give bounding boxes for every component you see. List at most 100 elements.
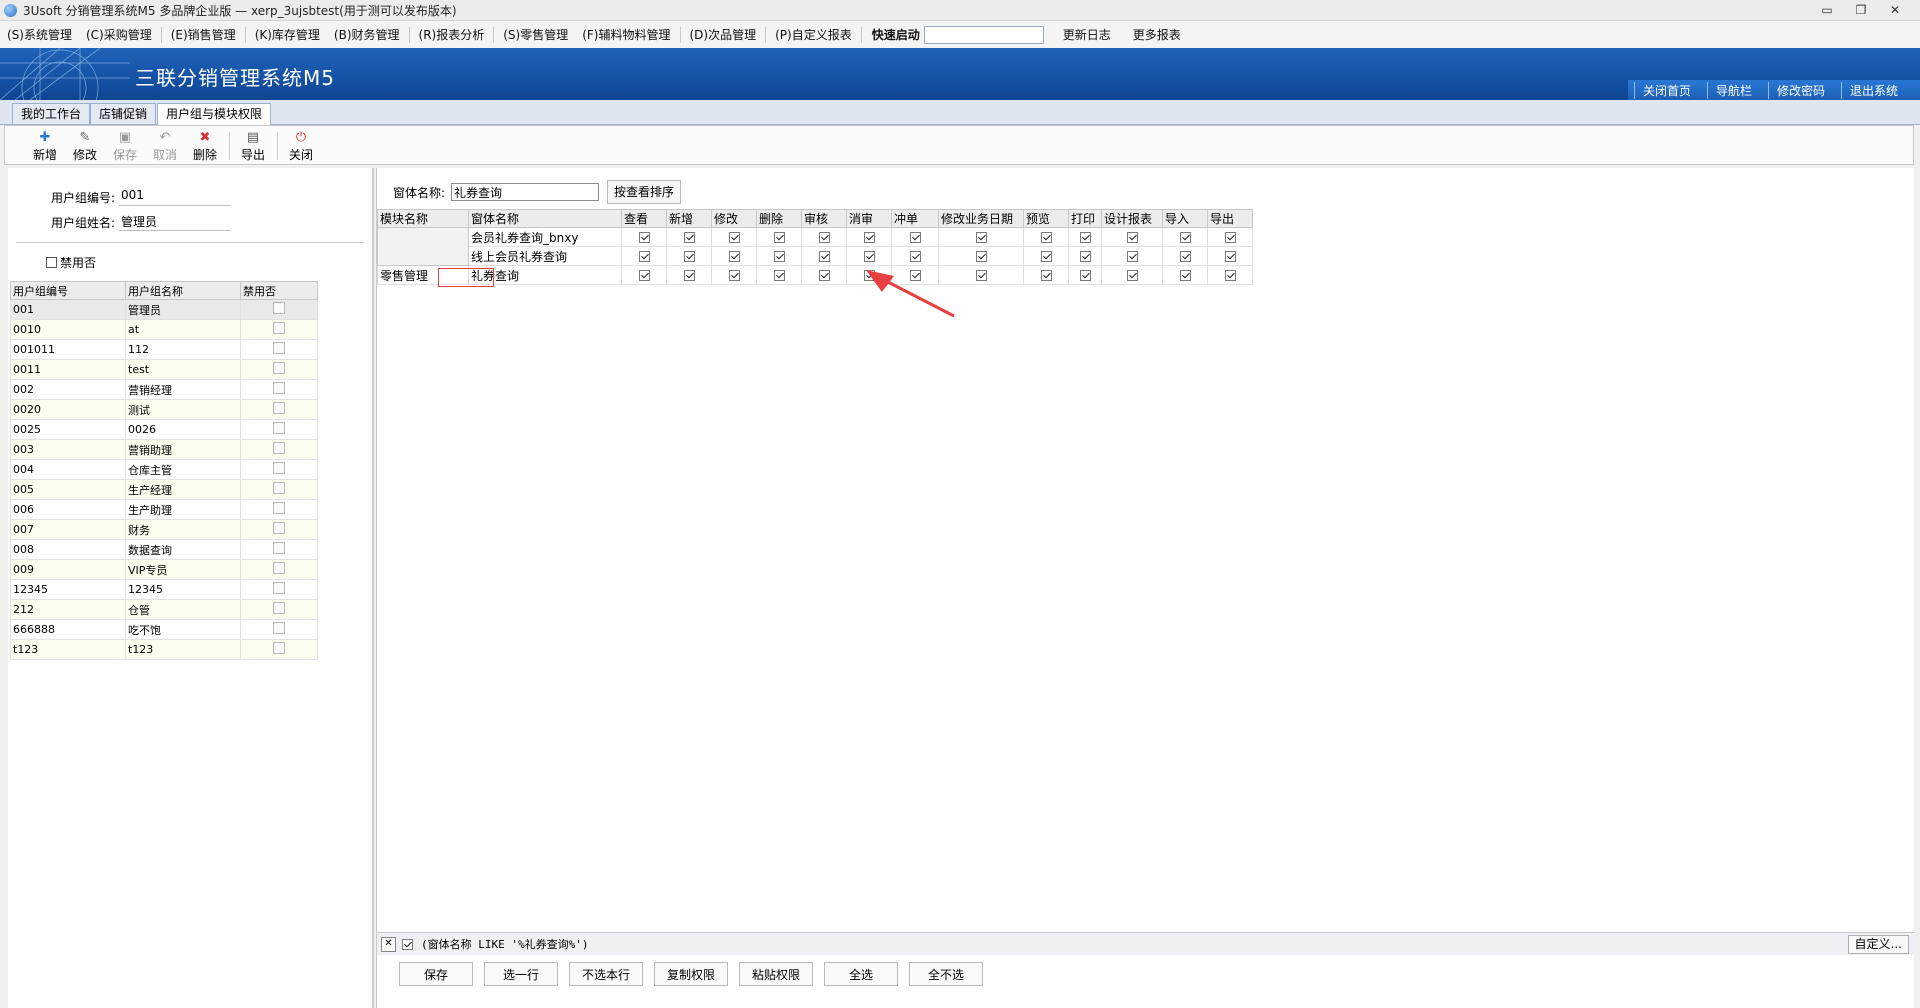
table-row[interactable]: 001 管理员 — [10, 299, 318, 320]
customize-filter-button[interactable]: 自定义... — [1847, 935, 1909, 954]
disabled-row-checkbox[interactable] — [273, 482, 285, 494]
table-row[interactable]: 002 营销经理 — [10, 379, 318, 400]
table-row[interactable]: 0025 0026 — [10, 419, 318, 440]
disabled-row-checkbox[interactable] — [273, 502, 285, 514]
table-row[interactable]: 212 仓管 — [10, 599, 318, 620]
disabled-row-checkbox[interactable] — [273, 302, 285, 314]
permission-checkbox[interactable] — [1126, 251, 1138, 262]
permission-col-header[interactable]: 修改业务日期 — [938, 209, 1024, 228]
permission-col-header[interactable]: 查看 — [621, 209, 667, 228]
disabled-row-checkbox[interactable] — [273, 522, 285, 534]
close-home-link[interactable]: 关闭首页 — [1633, 81, 1707, 99]
table-row[interactable]: 0020 测试 — [10, 399, 318, 420]
tab-user-group-permissions[interactable]: 用户组与模块权限 — [157, 103, 272, 125]
menu-purchase[interactable]: (C)采购管理 — [79, 26, 159, 43]
disabled-row-checkbox[interactable] — [273, 402, 285, 414]
minimize-icon[interactable]: ▭ — [1810, 0, 1844, 20]
menu-retail[interactable]: (S)零售管理 — [496, 26, 575, 43]
table-row[interactable]: 004 仓库主管 — [10, 459, 318, 480]
permission-row[interactable]: 零售管理 礼券查询 — [377, 265, 1253, 285]
edit-button[interactable]: ✎ 修改 — [67, 130, 103, 162]
col-group-name[interactable]: 用户组名称 — [125, 281, 241, 300]
permission-checkbox[interactable] — [975, 270, 987, 281]
permission-checkbox[interactable] — [773, 251, 785, 262]
permission-col-header[interactable]: 导出 — [1207, 209, 1253, 228]
permission-col-header[interactable]: 导入 — [1162, 209, 1208, 228]
select-row-button[interactable]: 选一行 — [484, 962, 558, 986]
permission-row[interactable]: 会员礼券查询_bnxy — [377, 227, 1253, 266]
menu-reports[interactable]: (R)报表分析 — [412, 26, 492, 43]
permission-checkbox[interactable] — [773, 232, 785, 243]
copy-permissions-button[interactable]: 复制权限 — [654, 962, 728, 986]
permission-checkbox[interactable] — [1126, 232, 1138, 243]
permission-checkbox[interactable] — [638, 251, 650, 262]
permission-checkbox[interactable] — [728, 270, 740, 281]
permission-checkbox[interactable] — [863, 270, 875, 281]
select-none-button[interactable]: 全不选 — [909, 962, 983, 986]
close-button[interactable]: ⏻ 关闭 — [283, 130, 319, 162]
disabled-row-checkbox[interactable] — [273, 382, 285, 394]
permission-checkbox[interactable] — [1079, 270, 1091, 281]
permission-checkbox[interactable] — [1040, 251, 1052, 262]
permission-col-header[interactable]: 删除 — [756, 209, 802, 228]
permission-checkbox[interactable] — [975, 251, 987, 262]
permission-checkbox[interactable] — [683, 232, 695, 243]
cancel-button[interactable]: ↶ 取消 — [147, 130, 183, 162]
table-row[interactable]: 009 VIP专员 — [10, 559, 318, 580]
sort-by-view-button[interactable]: 按查看排序 — [607, 180, 682, 204]
group-no-field[interactable]: 001 — [119, 188, 231, 206]
permission-col-header[interactable]: 消审 — [846, 209, 892, 228]
disabled-row-checkbox[interactable] — [273, 602, 285, 614]
menu-more-reports[interactable]: 更多报表 — [1126, 26, 1188, 43]
menu-materials[interactable]: (F)辅料物料管理 — [575, 26, 677, 43]
table-row[interactable]: 0011 test — [10, 359, 318, 380]
permission-col-header[interactable]: 设计报表 — [1101, 209, 1163, 228]
form-name-input[interactable]: 礼券查询 — [451, 183, 600, 201]
permission-checkbox[interactable] — [1179, 251, 1191, 262]
new-button[interactable]: ✚ 新增 — [27, 130, 63, 162]
permission-col-header[interactable]: 冲单 — [891, 209, 939, 228]
export-button[interactable]: ▤ 导出 — [235, 130, 271, 162]
permission-col-header[interactable]: 修改 — [711, 209, 757, 228]
permission-checkbox[interactable] — [863, 232, 875, 243]
menu-custom-reports[interactable]: (P)自定义报表 — [768, 26, 859, 43]
disabled-row-checkbox[interactable] — [273, 422, 285, 434]
tab-store-promotion[interactable]: 店铺促销 — [90, 103, 157, 124]
menu-update-log[interactable]: 更新日志 — [1056, 26, 1118, 43]
permission-checkbox[interactable] — [1179, 270, 1191, 281]
permission-col-header[interactable]: 窗体名称 — [468, 209, 622, 228]
disabled-row-checkbox[interactable] — [273, 562, 285, 574]
group-name-field[interactable]: 管理员 — [119, 213, 231, 231]
filter-enabled-checkbox[interactable] — [402, 938, 413, 950]
quick-launch-input[interactable] — [923, 25, 1044, 44]
table-row[interactable]: 007 财务 — [10, 519, 318, 540]
permission-checkbox[interactable] — [728, 251, 740, 262]
delete-button[interactable]: ✖ 删除 — [187, 130, 223, 162]
table-row[interactable]: 666888 吃不饱 — [10, 619, 318, 640]
permission-checkbox[interactable] — [1224, 270, 1236, 281]
tab-workbench[interactable]: 我的工作台 — [12, 103, 91, 124]
restore-icon[interactable]: ❐ — [1844, 0, 1878, 20]
table-row[interactable]: 12345 12345 — [10, 579, 318, 600]
permission-checkbox[interactable] — [1079, 251, 1091, 262]
navigation-link[interactable]: 导航栏 — [1706, 81, 1768, 99]
disabled-row-checkbox[interactable] — [273, 342, 285, 354]
permission-checkbox[interactable] — [728, 232, 740, 243]
permission-checkbox[interactable] — [683, 270, 695, 281]
permission-row[interactable]: 线上会员礼券查询 — [378, 246, 1253, 266]
deselect-row-button[interactable]: 不选本行 — [569, 962, 643, 986]
permission-checkbox[interactable] — [818, 251, 830, 262]
disabled-row-checkbox[interactable] — [273, 362, 285, 374]
menu-inventory[interactable]: (K)库存管理 — [248, 26, 327, 43]
permission-checkbox[interactable] — [1224, 232, 1236, 243]
permission-col-header[interactable]: 新增 — [666, 209, 712, 228]
permission-checkbox[interactable] — [773, 270, 785, 281]
table-row[interactable]: 003 营销助理 — [10, 439, 318, 460]
save-button[interactable]: ▣ 保存 — [107, 130, 143, 162]
table-row[interactable]: 001011 112 — [10, 339, 318, 360]
disabled-row-checkbox[interactable] — [273, 322, 285, 334]
save-permissions-button[interactable]: 保存 — [399, 962, 473, 986]
table-row[interactable]: 0010 at — [10, 319, 318, 340]
permission-checkbox[interactable] — [1079, 232, 1091, 243]
permission-col-header[interactable]: 模块名称 — [377, 209, 469, 228]
